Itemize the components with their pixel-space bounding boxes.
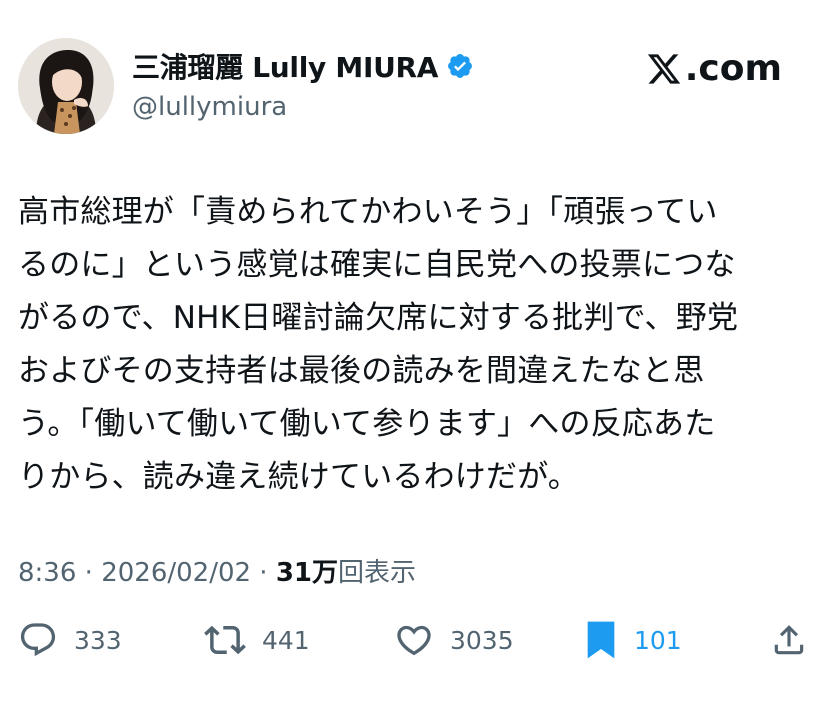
bookmark-count: 101 [634, 625, 682, 655]
author-handle[interactable]: @lullymiura [132, 92, 287, 122]
avatar[interactable] [18, 38, 114, 134]
tweet-time[interactable]: 8:36 [18, 558, 76, 588]
author-name-row[interactable]: 三浦瑠麗 Lully MIURA [132, 46, 474, 86]
tweet-line: りから、読み違え続けているわけだが。 [18, 459, 579, 495]
verified-badge-icon [446, 52, 474, 80]
tweet-line: がるので、NHK日曜討論欠席に対する批判で、野党 [18, 300, 739, 336]
repost-button[interactable]: 441 [204, 612, 310, 668]
profile-photo-icon [18, 38, 114, 134]
like-button[interactable]: 3035 [394, 612, 514, 668]
share-button[interactable] [770, 612, 808, 668]
heart-icon [397, 625, 431, 656]
meta-separator: · [251, 558, 276, 588]
tweet-date[interactable]: 2026/02/02 [101, 558, 251, 588]
views-label: 回表示 [338, 558, 417, 588]
meta-separator: · [76, 558, 102, 588]
action-bar: 333 441 3035 101 [0, 612, 828, 672]
share-icon [774, 625, 804, 655]
tweet-line: 高市総理が「責められてかわいそう」「頑張ってい [18, 194, 718, 230]
repost-count: 441 [262, 625, 310, 655]
tweet-meta: 8:36 · 2026/02/02 · 31万回表示 [18, 552, 416, 589]
x-logo-icon [647, 53, 680, 84]
tweet-line: るのに」という感覚は確実に自民党への投票につな [18, 247, 736, 283]
tweet-text: 高市総理が「責められてかわいそう」「頑張ってい るのに」という感覚は確実に自民党… [18, 186, 808, 504]
reply-count: 333 [74, 625, 122, 655]
brand-label: .com [684, 48, 782, 89]
like-count: 3035 [450, 625, 514, 655]
reply-icon [20, 623, 56, 657]
tweet-line: およびその支持者は最後の読みを間違えたなと思 [18, 353, 705, 389]
reply-button[interactable]: 333 [18, 612, 122, 668]
bookmark-icon [587, 621, 615, 659]
tweet-line: う。「働いて働いて働いて参ります」への反応あた [18, 406, 716, 442]
bookmark-button[interactable]: 101 [584, 612, 682, 668]
author-display-name[interactable]: 三浦瑠麗 Lully MIURA [132, 46, 438, 86]
repost-icon [204, 625, 246, 655]
views-count: 31万 [275, 558, 339, 588]
tweet-header: 三浦瑠麗 Lully MIURA @lullymiura .com [0, 0, 828, 150]
brand-logo: .com [645, 48, 782, 89]
